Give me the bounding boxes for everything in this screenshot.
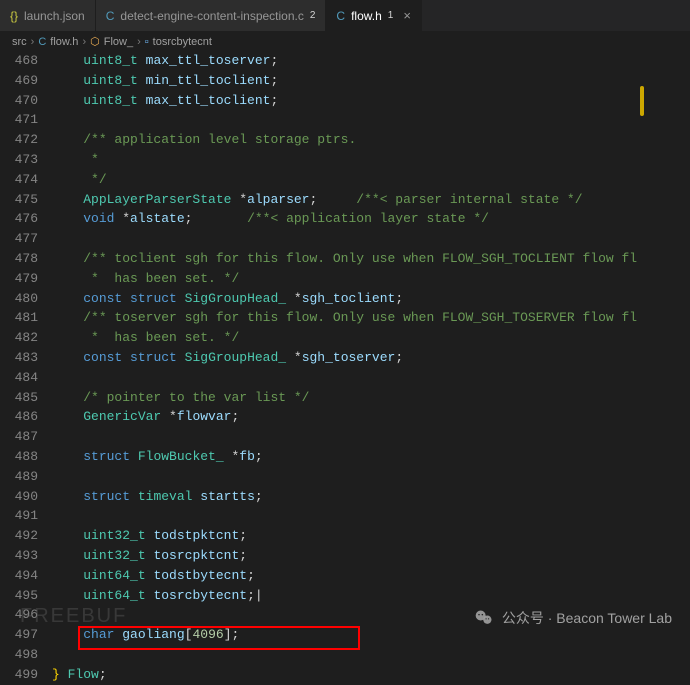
code-line[interactable]: /** toserver sgh for this flow. Only use…: [52, 308, 690, 328]
breadcrumb: src › C flow.h › ⬡ Flow_ › ▫ tosrcbytecn…: [0, 32, 690, 51]
code-editor[interactable]: 4684694704714724734744754764774784794804…: [0, 51, 690, 685]
line-number: 499: [0, 665, 38, 685]
problem-indicator[interactable]: [640, 86, 644, 116]
line-number: 470: [0, 91, 38, 111]
code-line[interactable]: [52, 229, 690, 249]
c-file-icon: C: [336, 9, 345, 23]
json-icon: {}: [10, 9, 18, 23]
line-number: 480: [0, 289, 38, 309]
code-line[interactable]: * has been set. */: [52, 328, 690, 348]
code-line[interactable]: uint8_t min_ttl_toclient;: [52, 71, 690, 91]
watermark-left: FREEBUF: [20, 605, 127, 628]
line-number: 474: [0, 170, 38, 190]
code-line[interactable]: struct timeval startts;: [52, 487, 690, 507]
watermark-right: 公众号 · Beacon Tower Lab: [474, 608, 672, 628]
close-icon[interactable]: ×: [399, 8, 411, 23]
tab-detect-engine[interactable]: C detect-engine-content-inspection.c 2: [96, 0, 327, 31]
chevron-right-icon: ›: [137, 36, 141, 48]
tab-modified-count: 1: [388, 10, 394, 21]
line-number: 492: [0, 526, 38, 546]
code-line[interactable]: uint8_t max_ttl_toserver;: [52, 51, 690, 71]
code-line[interactable]: uint32_t todstpktcnt;: [52, 526, 690, 546]
wechat-icon: [474, 608, 494, 628]
code-line[interactable]: char gaoliang[4096];: [52, 625, 690, 645]
line-number: 479: [0, 269, 38, 289]
tab-label: launch.json: [24, 9, 85, 23]
code-line[interactable]: [52, 110, 690, 130]
code-line[interactable]: const struct SigGroupHead_ *sgh_toserver…: [52, 348, 690, 368]
code-line[interactable]: */: [52, 170, 690, 190]
line-number: 498: [0, 645, 38, 665]
tab-launch-json[interactable]: {} launch.json: [0, 0, 96, 31]
line-number: 485: [0, 388, 38, 408]
line-number: 491: [0, 506, 38, 526]
code-line[interactable]: struct FlowBucket_ *fb;: [52, 447, 690, 467]
breadcrumb-item[interactable]: tosrcbytecnt: [153, 36, 212, 48]
line-number-gutter: 4684694704714724734744754764774784794804…: [0, 51, 52, 685]
tab-modified-count: 2: [310, 10, 316, 21]
tab-label: detect-engine-content-inspection.c: [120, 9, 303, 23]
line-number: 475: [0, 190, 38, 210]
line-number: 481: [0, 308, 38, 328]
line-number: 476: [0, 209, 38, 229]
code-line[interactable]: [52, 506, 690, 526]
line-number: 477: [0, 229, 38, 249]
breadcrumb-item[interactable]: flow.h: [50, 36, 78, 48]
code-line[interactable]: *: [52, 150, 690, 170]
line-number: 497: [0, 625, 38, 645]
line-number: 489: [0, 467, 38, 487]
c-file-icon: C: [38, 36, 46, 48]
code-line[interactable]: [52, 368, 690, 388]
code-line[interactable]: uint64_t tosrcbytecnt;|: [52, 586, 690, 606]
code-line[interactable]: void *alstate; /**< application layer st…: [52, 209, 690, 229]
line-number: 487: [0, 427, 38, 447]
line-number: 473: [0, 150, 38, 170]
code-line[interactable]: uint8_t max_ttl_toclient;: [52, 91, 690, 111]
line-number: 471: [0, 110, 38, 130]
code-line[interactable]: [52, 467, 690, 487]
line-number: 490: [0, 487, 38, 507]
code-line[interactable]: } Flow;: [52, 665, 690, 685]
chevron-right-icon: ›: [82, 36, 86, 48]
line-number: 468: [0, 51, 38, 71]
code-line[interactable]: [52, 645, 690, 665]
line-number: 472: [0, 130, 38, 150]
line-number: 488: [0, 447, 38, 467]
editor-tabs: {} launch.json C detect-engine-content-i…: [0, 0, 690, 32]
code-line[interactable]: uint64_t todstbytecnt;: [52, 566, 690, 586]
c-file-icon: C: [106, 9, 115, 23]
breadcrumb-item[interactable]: src: [12, 36, 27, 48]
breadcrumb-item[interactable]: Flow_: [104, 36, 133, 48]
code-line[interactable]: AppLayerParserState *alparser; /**< pars…: [52, 190, 690, 210]
code-line[interactable]: /** application level storage ptrs.: [52, 130, 690, 150]
chevron-right-icon: ›: [31, 36, 35, 48]
line-number: 482: [0, 328, 38, 348]
line-number: 484: [0, 368, 38, 388]
code-line[interactable]: * has been set. */: [52, 269, 690, 289]
code-line[interactable]: GenericVar *flowvar;: [52, 407, 690, 427]
code-line[interactable]: const struct SigGroupHead_ *sgh_toclient…: [52, 289, 690, 309]
watermark-text: 公众号 · Beacon Tower Lab: [502, 608, 672, 628]
line-number: 486: [0, 407, 38, 427]
line-number: 469: [0, 71, 38, 91]
line-number: 494: [0, 566, 38, 586]
code-line[interactable]: uint32_t tosrcpktcnt;: [52, 546, 690, 566]
tab-flow-h[interactable]: C flow.h 1 ×: [326, 0, 422, 31]
field-icon: ▫: [145, 36, 149, 48]
line-number: 478: [0, 249, 38, 269]
code-line[interactable]: /** toclient sgh for this flow. Only use…: [52, 249, 690, 269]
line-number: 495: [0, 586, 38, 606]
code-line[interactable]: [52, 427, 690, 447]
line-number: 493: [0, 546, 38, 566]
code-content[interactable]: uint8_t max_ttl_toserver; uint8_t min_tt…: [52, 51, 690, 685]
tab-label: flow.h: [351, 9, 382, 23]
code-line[interactable]: /* pointer to the var list */: [52, 388, 690, 408]
struct-icon: ⬡: [90, 35, 100, 48]
line-number: 483: [0, 348, 38, 368]
